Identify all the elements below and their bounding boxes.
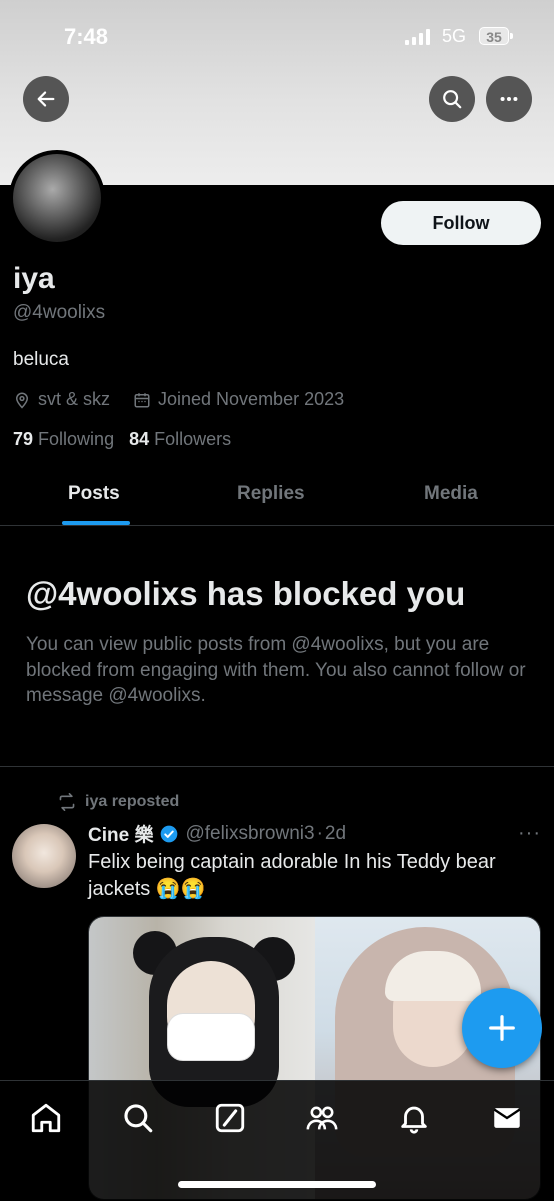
communities-icon[interactable] — [305, 1101, 339, 1135]
profile-location: svt & skz — [13, 389, 110, 410]
messages-icon[interactable] — [490, 1101, 524, 1135]
profile-joined: Joined November 2023 — [133, 389, 344, 410]
notifications-icon[interactable] — [397, 1101, 431, 1135]
post-text: Felix being captain adorable In his Tedd… — [88, 851, 496, 900]
battery-icon: 35 — [479, 27, 513, 45]
repost-indicator: iya reposted — [57, 793, 179, 811]
profile-bio: beluca — [13, 349, 69, 370]
search-button[interactable] — [429, 76, 475, 122]
post-author-name[interactable]: Cine 樂 — [88, 820, 153, 847]
profile-tabs: Posts Replies Media — [0, 470, 554, 526]
follow-counts: 79 Following 84 Followers — [13, 429, 231, 450]
joined-text: Joined November 2023 — [158, 389, 345, 409]
post-author-handle[interactable]: @felixsbrowni3 — [185, 823, 314, 845]
status-bar: 7:48 5G 35 — [0, 22, 554, 52]
profile-handle: @4woolixs — [13, 302, 106, 323]
post-author-avatar[interactable] — [12, 824, 76, 888]
grok-icon[interactable] — [213, 1101, 247, 1135]
more-horizontal-icon — [500, 96, 518, 102]
post-header: Cine 樂 @felixsbrowni3 · 2d — [88, 820, 346, 847]
tab-media[interactable]: Media — [424, 483, 478, 505]
home-icon[interactable] — [29, 1101, 63, 1135]
back-button[interactable] — [23, 76, 69, 122]
status-time: 7:48 — [64, 24, 109, 49]
tab-posts[interactable]: Posts — [68, 483, 120, 505]
face-mask — [167, 1013, 255, 1061]
following-label: Following — [38, 429, 115, 449]
signal-icon — [405, 29, 430, 45]
post-more-icon[interactable]: ··· — [518, 822, 541, 845]
profile-name: iya — [13, 262, 55, 295]
plus-icon — [489, 1015, 515, 1041]
followers-count: 84 — [129, 429, 150, 449]
network-label: 5G — [442, 26, 467, 46]
followers-label: Followers — [154, 429, 232, 449]
following-link[interactable]: 79 Following — [13, 429, 114, 449]
blocked-title: @4woolixs has blocked you — [26, 575, 466, 612]
blocked-message: You can view public posts from @4woolixs… — [26, 634, 526, 706]
following-count: 79 — [13, 429, 34, 449]
location-text: svt & skz — [38, 389, 111, 409]
repost-label[interactable]: iya reposted — [85, 793, 179, 811]
home-indicator — [178, 1181, 376, 1188]
post-time[interactable]: 2d — [325, 823, 346, 845]
active-tab-indicator — [62, 521, 130, 525]
verified-badge-icon — [161, 825, 178, 842]
avatar[interactable] — [9, 150, 105, 246]
follow-button[interactable]: Follow — [381, 201, 541, 245]
compose-button[interactable] — [462, 988, 542, 1068]
tab-replies[interactable]: Replies — [237, 483, 305, 505]
followers-link[interactable]: 84 Followers — [129, 429, 231, 449]
arrow-left-icon — [37, 91, 55, 107]
search-icon[interactable] — [121, 1101, 155, 1135]
post-separator: · — [316, 822, 323, 844]
search-icon — [443, 90, 462, 109]
more-button[interactable] — [486, 76, 532, 122]
avatar-image — [13, 154, 101, 242]
battery-level: 35 — [486, 29, 502, 45]
divider — [0, 766, 554, 767]
calendar-icon — [134, 392, 150, 407]
location-pin-icon — [15, 392, 29, 409]
repost-icon — [59, 793, 75, 811]
